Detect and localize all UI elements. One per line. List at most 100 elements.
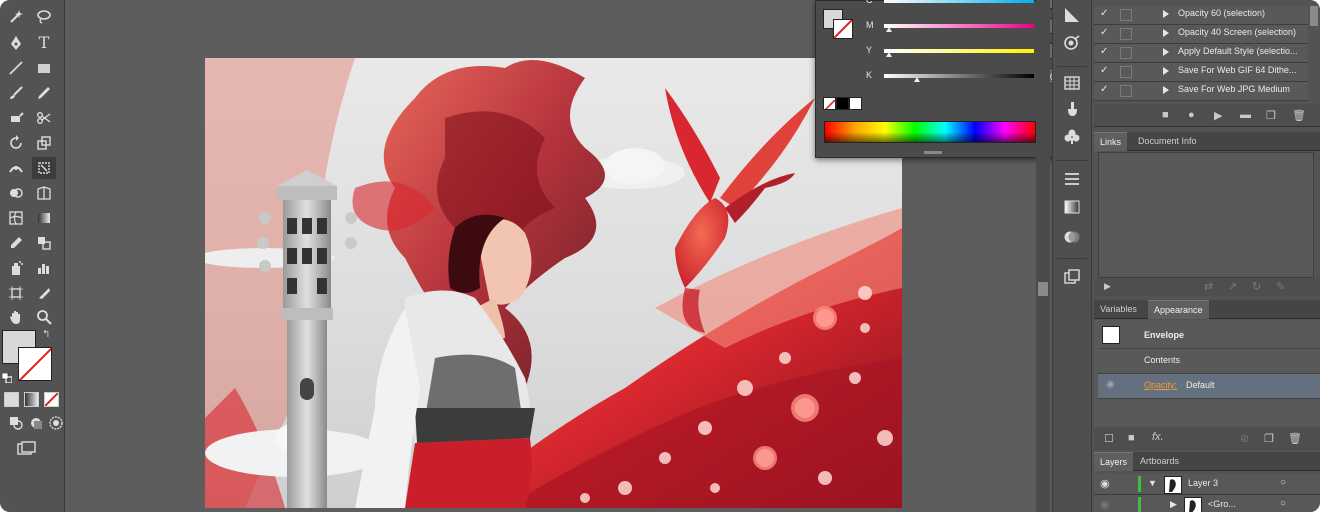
tab-artboards[interactable]: Artboards	[1134, 452, 1185, 470]
action-check-icon[interactable]: ✓	[1100, 84, 1112, 95]
expand-triangle-icon[interactable]: ▶	[1170, 499, 1177, 510]
magic-wand-icon[interactable]	[4, 6, 28, 28]
action-dialog-toggle[interactable]	[1120, 66, 1132, 78]
action-item[interactable]: ✓ Save For Web GIF 64 Dithe...	[1094, 63, 1308, 82]
tab-document-info[interactable]: Document Info	[1132, 132, 1203, 150]
mesh-icon[interactable]	[4, 207, 28, 229]
clear-appearance-icon[interactable]: ⊘	[1240, 432, 1249, 445]
lasso-icon[interactable]	[32, 6, 56, 28]
tab-layers[interactable]: Layers	[1094, 452, 1134, 471]
opacity-label[interactable]: Opacity:	[1144, 380, 1177, 390]
transparency-panel-icon[interactable]	[1062, 34, 1082, 54]
slice-icon[interactable]	[32, 282, 56, 304]
expand-triangle-icon[interactable]	[1163, 67, 1169, 75]
column-graph-icon[interactable]	[32, 257, 56, 279]
perspective-grid-icon[interactable]	[32, 182, 56, 204]
scale-icon[interactable]	[32, 132, 56, 154]
layer-target-icon[interactable]: ○	[1280, 477, 1286, 488]
symbols-panel-icon[interactable]	[1062, 128, 1082, 148]
warp-icon[interactable]	[4, 157, 28, 179]
appearance-opacity-row[interactable]: ◉ Opacity: Default	[1098, 374, 1320, 399]
gradient-panel-icon[interactable]	[1062, 6, 1082, 26]
links-expand-icon[interactable]: ▶	[1104, 281, 1111, 292]
swap-fill-stroke-icon[interactable]: ↰	[42, 329, 50, 340]
free-transform-icon[interactable]	[32, 157, 56, 179]
stroke-panel-icon[interactable]	[1062, 170, 1082, 190]
eyedropper-icon[interactable]	[4, 232, 28, 254]
expand-triangle-icon[interactable]	[1163, 29, 1169, 37]
add-fill-icon[interactable]: ■	[1128, 432, 1135, 444]
action-check-icon[interactable]: ✓	[1100, 65, 1112, 76]
rotate-icon[interactable]	[4, 132, 28, 154]
color-stroke-swatch[interactable]	[833, 19, 853, 39]
sublayer-visibility-icon[interactable]: ◉	[1100, 498, 1110, 511]
panel-resize-handle[interactable]	[924, 151, 942, 154]
layer-visibility-icon[interactable]: ◉	[1100, 477, 1110, 490]
duplicate-item-icon[interactable]: ❐	[1264, 432, 1274, 445]
brushes-panel-icon[interactable]	[1062, 100, 1082, 120]
action-item[interactable]: ✓ Opacity 40 Screen (selection)	[1094, 25, 1308, 44]
artboards-panel-icon[interactable]	[1062, 268, 1082, 288]
expand-triangle-icon[interactable]	[1163, 86, 1169, 94]
expand-triangle-icon[interactable]	[1163, 10, 1169, 18]
screen-mode-icon[interactable]	[14, 438, 38, 460]
tab-appearance[interactable]: Appearance	[1148, 300, 1209, 319]
gradient-icon[interactable]	[32, 207, 56, 229]
play-icon[interactable]: ▶	[1214, 109, 1222, 122]
pencil-icon[interactable]	[32, 82, 56, 104]
pen-icon[interactable]	[4, 32, 28, 54]
action-dialog-toggle[interactable]	[1120, 85, 1132, 97]
action-item[interactable]: ✓ Apply Default Style (selectio...	[1094, 44, 1308, 63]
action-item[interactable]: ✓ Save For Web JPG Medium	[1094, 82, 1308, 101]
none-color-button[interactable]	[823, 97, 836, 110]
edit-original-icon[interactable]: ✎	[1276, 280, 1285, 293]
action-check-icon[interactable]: ✓	[1100, 8, 1112, 19]
symbol-sprayer-icon[interactable]	[4, 257, 28, 279]
goto-link-icon[interactable]: ↗	[1228, 280, 1237, 293]
actions-scrollbar-thumb[interactable]	[1310, 6, 1318, 26]
blob-brush-icon[interactable]	[4, 107, 28, 129]
expand-triangle-icon[interactable]	[1163, 48, 1169, 56]
type-tool-icon[interactable]: T	[32, 32, 56, 54]
scrollbar-thumb[interactable]	[1038, 282, 1048, 296]
appearance-contents-row[interactable]: Contents	[1098, 349, 1320, 374]
gradient-swatch-icon[interactable]	[1062, 198, 1082, 218]
tab-variables[interactable]: Variables	[1094, 300, 1143, 318]
layer-row[interactable]: ◉ ▼ Layer 3 ○	[1094, 474, 1320, 495]
shape-builder-icon[interactable]	[4, 182, 28, 204]
artwork-illustration[interactable]	[205, 58, 902, 508]
add-stroke-icon[interactable]: ☐	[1104, 432, 1114, 445]
paintbrush-icon[interactable]	[4, 82, 28, 104]
record-icon[interactable]: ●	[1188, 109, 1195, 121]
fx-button[interactable]: fx.	[1152, 431, 1164, 443]
stop-recording-icon[interactable]: ■	[1162, 109, 1169, 121]
update-link-icon[interactable]: ↻	[1252, 280, 1261, 293]
hand-icon[interactable]	[4, 306, 28, 328]
yellow-slider[interactable]	[884, 49, 1034, 53]
black-knob[interactable]	[914, 77, 920, 82]
action-dialog-toggle[interactable]	[1120, 28, 1132, 40]
color-mode-icon[interactable]	[4, 392, 19, 407]
transparency-circle-icon[interactable]	[1062, 228, 1082, 248]
tab-links[interactable]: Links	[1094, 132, 1128, 151]
stroke-swatch[interactable]	[18, 347, 52, 381]
scissors-icon[interactable]	[32, 107, 56, 129]
action-item[interactable]: ✓ Opacity 60 (selection)	[1094, 6, 1308, 25]
layer-row[interactable]: ◉ ▶ <Gro... ○	[1094, 495, 1320, 512]
sublayer-target-icon[interactable]: ○	[1280, 498, 1286, 509]
default-colors-icon[interactable]	[1, 370, 13, 384]
action-dialog-toggle[interactable]	[1120, 47, 1132, 59]
collapse-triangle-icon[interactable]: ▼	[1148, 478, 1157, 488]
links-list[interactable]	[1098, 152, 1314, 278]
new-action-icon[interactable]: ❐	[1266, 109, 1276, 122]
color-spectrum[interactable]	[824, 121, 1036, 143]
black-slider[interactable]	[884, 74, 1034, 78]
appearance-envelope-row[interactable]: Envelope	[1098, 324, 1320, 349]
action-dialog-toggle[interactable]	[1120, 9, 1132, 21]
new-set-icon[interactable]: ▬	[1240, 109, 1251, 121]
black-color-button[interactable]	[836, 97, 849, 110]
white-color-button[interactable]	[849, 97, 862, 110]
yellow-knob[interactable]	[886, 52, 892, 57]
rectangle-icon[interactable]	[32, 57, 56, 79]
none-mode-icon[interactable]	[44, 392, 59, 407]
